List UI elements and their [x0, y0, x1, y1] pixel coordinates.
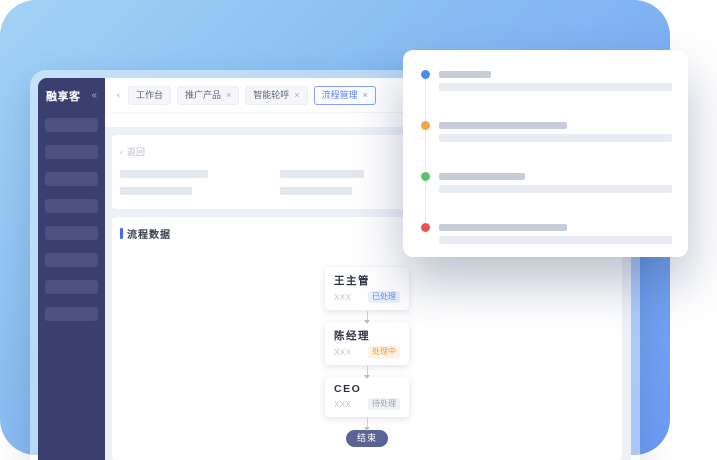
node-subtitle: XXX [334, 293, 352, 302]
flow-node-supervisor: 王主管 XXX 已处理 [325, 267, 409, 310]
back-label: 返回 [127, 145, 145, 158]
sidebar-menu-placeholder[interactable] [45, 307, 98, 321]
tab-workbench[interactable]: 工作台 [128, 86, 171, 105]
timeline-bars [439, 122, 672, 142]
timeline-bars [439, 71, 672, 91]
flow-diagram: 王主管 XXX 已处理 陈经理 XXX [120, 267, 614, 447]
node-footer: XXX 待处理 [334, 398, 400, 410]
node-subtitle: XXX [334, 400, 352, 409]
tab-smart-call[interactable]: 智能轮呼 × [245, 86, 307, 105]
sidebar-menu-placeholder[interactable] [45, 226, 98, 240]
node-name: 王主管 [334, 273, 400, 288]
timeline-subtitle-bar [439, 185, 672, 193]
flow-node-ceo: CEO XXX 待处理 [325, 377, 409, 417]
sidebar-collapse-icon[interactable]: « [91, 91, 97, 101]
placeholder-bar [280, 170, 364, 178]
timeline-item [421, 173, 672, 224]
tab-process-management[interactable]: 流程管理 × [314, 86, 376, 105]
section-accent-bar [120, 228, 123, 239]
node-footer: XXX 已处理 [334, 291, 400, 303]
flow-arrow-down-icon [367, 418, 368, 428]
sidebar-menu-placeholder[interactable] [45, 253, 98, 267]
timeline-subtitle-bar [439, 236, 672, 244]
flow-end-node: 结束 [346, 430, 388, 447]
timeline-dot-green [421, 172, 430, 181]
sidebar-menu-placeholder[interactable] [45, 118, 98, 132]
tab-close-icon[interactable]: × [294, 91, 299, 100]
timeline-title-bar [439, 71, 491, 78]
tab-close-icon[interactable]: × [363, 91, 368, 100]
placeholder-bar [280, 187, 352, 195]
sidebar-header: 融享客 « [46, 88, 97, 104]
tab-close-icon[interactable]: × [226, 91, 231, 100]
timeline-title-bar [439, 173, 525, 180]
tab-scroll-left-icon[interactable]: ‹ [117, 90, 120, 100]
node-subtitle: XXX [334, 348, 352, 357]
timeline-title-bar [439, 122, 567, 129]
hero-canvas: 融享客 « ‹ 工作台 推广产品 [0, 0, 717, 460]
sidebar-menu-placeholder[interactable] [45, 145, 98, 159]
tab-label: 工作台 [136, 91, 163, 100]
sidebar-menu-placeholder[interactable] [45, 172, 98, 186]
sidebar: 融享客 « [38, 78, 105, 460]
tab-label: 智能轮呼 [253, 91, 289, 100]
placeholder-bar [120, 170, 208, 178]
flow-arrow-down-icon [367, 311, 368, 321]
flow-node-manager: 陈经理 XXX 处理中 [325, 322, 409, 365]
node-name: 陈经理 [334, 328, 400, 343]
section-label: 流程数据 [127, 226, 171, 241]
tab-label: 流程管理 [322, 91, 358, 100]
timeline-subtitle-bar [439, 83, 672, 91]
timeline-overlay-card [403, 50, 688, 257]
tab-promote-products[interactable]: 推广产品 × [177, 86, 239, 105]
timeline-item [421, 71, 672, 122]
status-badge: 已处理 [368, 291, 400, 303]
timeline-subtitle-bar [439, 134, 672, 142]
timeline [403, 50, 688, 257]
node-name: CEO [334, 383, 400, 395]
timeline-item [421, 122, 672, 173]
sidebar-menu-placeholder[interactable] [45, 199, 98, 213]
timeline-dot-orange [421, 121, 430, 130]
timeline-dot-blue [421, 70, 430, 79]
tab-label: 推广产品 [185, 91, 221, 100]
flow-arrow-down-icon [367, 366, 368, 376]
back-chevron-icon: ‹ [120, 147, 123, 157]
timeline-bars [439, 173, 672, 193]
status-badge: 处理中 [368, 346, 400, 358]
timeline-dot-red [421, 223, 430, 232]
back-link[interactable]: ‹ 返回 [120, 145, 145, 158]
placeholder-bar [120, 187, 192, 195]
timeline-item [421, 224, 672, 275]
node-footer: XXX 处理中 [334, 346, 400, 358]
status-badge: 待处理 [368, 398, 400, 410]
app-logo: 融享客 [46, 88, 81, 104]
timeline-bars [439, 224, 672, 244]
sidebar-menu-placeholder[interactable] [45, 280, 98, 294]
timeline-title-bar [439, 224, 567, 231]
